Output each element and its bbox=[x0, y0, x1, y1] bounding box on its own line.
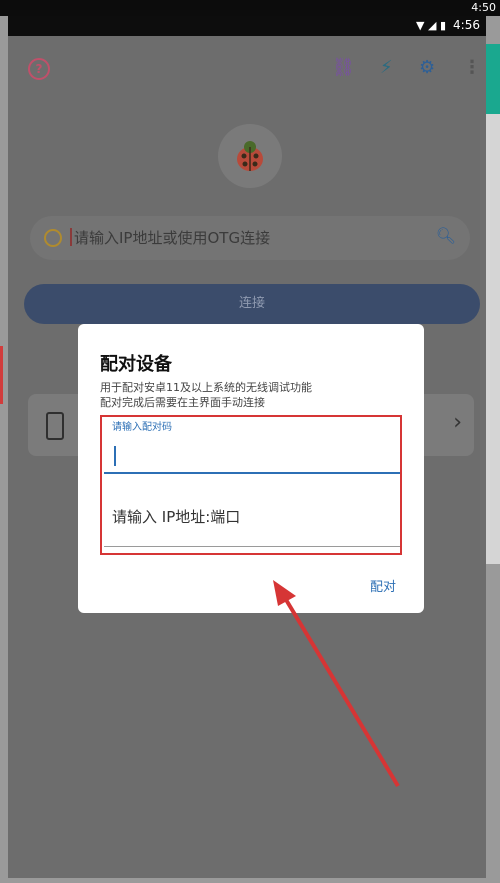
dialog-description-line1: 用于配对安卓11及以上系统的无线调试功能 bbox=[100, 381, 312, 394]
outer-status-time: 4:50 bbox=[471, 1, 496, 14]
status-bar: ▼ ◢ ▮ 4:56 bbox=[8, 16, 486, 36]
top-toolbar: ? ⛓ ⚡ ⚙ ⋮ bbox=[8, 44, 486, 94]
help-circle-icon[interactable]: ? bbox=[28, 58, 50, 80]
search-icon[interactable]: 🔍︎ bbox=[436, 226, 456, 245]
lightning-icon[interactable]: ⚡ bbox=[380, 58, 393, 78]
ladybug-icon bbox=[237, 141, 263, 171]
chevron-right-icon[interactable]: › bbox=[453, 410, 462, 435]
annotation-red-line bbox=[0, 346, 3, 404]
dialog-title: 配对设备 bbox=[100, 354, 172, 375]
connect-button[interactable]: 连接 bbox=[24, 284, 480, 324]
status-time: 4:56 bbox=[453, 18, 480, 32]
outer-status-bar bbox=[0, 0, 500, 16]
dialog-description-line2: 配对完成后需要在主界面手动连接 bbox=[100, 396, 265, 409]
gear-icon[interactable]: ⚙ bbox=[419, 58, 435, 78]
link-icon[interactable]: ⛓ bbox=[332, 58, 355, 78]
address-search-bar[interactable]: 请输入IP地址或使用OTG连接 🔍︎ bbox=[30, 216, 470, 260]
device-phone-icon bbox=[46, 412, 64, 440]
signal-wifi-battery-icons: ▼ ◢ ▮ bbox=[416, 19, 446, 32]
history-clock-icon[interactable] bbox=[44, 229, 62, 247]
app-logo bbox=[218, 124, 282, 188]
more-vert-icon[interactable]: ⋮ bbox=[463, 58, 481, 78]
annotation-red-box bbox=[100, 415, 402, 555]
address-input[interactable]: 请输入IP地址或使用OTG连接 bbox=[74, 227, 270, 248]
pair-button[interactable]: 配对 bbox=[370, 576, 396, 595]
text-cursor bbox=[70, 228, 72, 246]
